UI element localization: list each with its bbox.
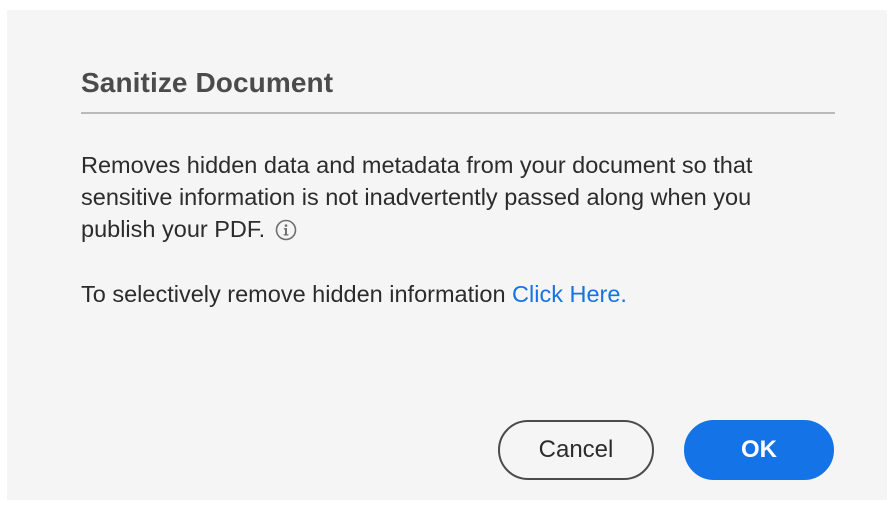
- ok-button[interactable]: OK: [684, 420, 834, 480]
- dialog-title: Sanitize Document: [81, 67, 334, 98]
- dialog-description: Removes hidden data and metadata from yo…: [81, 149, 801, 245]
- title-divider: [81, 112, 835, 114]
- info-icon[interactable]: [275, 217, 297, 241]
- selective-remove-label: To selectively remove hidden information: [81, 281, 513, 307]
- description-text: Removes hidden data and metadata from yo…: [81, 152, 753, 242]
- selective-remove-text: To selectively remove hidden information…: [81, 278, 627, 310]
- sanitize-document-dialog: Sanitize Document Removes hidden data an…: [7, 10, 887, 500]
- click-here-link[interactable]: Click Here.: [512, 281, 627, 307]
- cancel-button[interactable]: Cancel: [498, 420, 654, 480]
